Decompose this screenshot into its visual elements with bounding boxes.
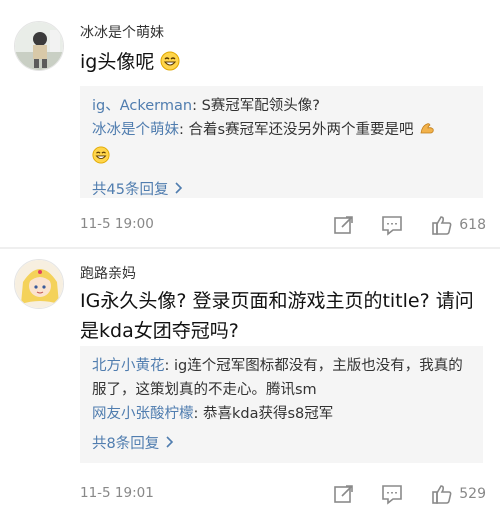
reply-nick[interactable]: 网友小张酸柠檬 [92, 406, 194, 422]
reply-colon: : [179, 122, 189, 138]
avatar[interactable] [14, 21, 64, 71]
like-icon [431, 214, 453, 236]
like-icon [431, 483, 453, 505]
more-replies-link[interactable]: 共45条回复 [92, 178, 471, 202]
reply-nick[interactable]: 冰冰是个萌妹 [92, 122, 179, 138]
reply-item: 北方小黄花: ig连个冠军图标都没有，主版也没有，我真的服了，这策划真的不走心。… [92, 354, 471, 402]
comment-text: IG永久头像? 登录页面和游戏主页的title? 请问是kda女团夺冠吗? [80, 290, 474, 342]
comment-footer: 11-5 19:01 529 [80, 483, 486, 507]
comment-actions: 618 [333, 214, 486, 236]
like-count: 529 [459, 486, 486, 502]
like-count: 618 [459, 217, 486, 233]
comment-icon[interactable] [381, 483, 403, 505]
share-icon[interactable] [333, 483, 355, 505]
share-icon[interactable] [333, 214, 355, 236]
smile-emoji-icon [160, 50, 180, 80]
reply-item: 冰冰是个萌妹: 合着s赛冠军还没另外两个重要是吧 [92, 118, 471, 172]
username[interactable]: 跑路亲妈 [80, 263, 136, 283]
reply-colon: : [164, 358, 174, 374]
timestamp: 11-5 19:01 [80, 485, 154, 501]
reply-item: ig、Ackerman: S赛冠军配领头像? [92, 94, 471, 118]
reply-text: 恭喜kda获得s8冠军 [203, 406, 334, 422]
reply-item: 网友小张酸柠檬: 恭喜kda获得s8冠军 [92, 402, 471, 426]
reply-colon: : [192, 98, 202, 114]
reply-text: 合着s赛冠军还没另外两个重要是吧 [188, 122, 414, 138]
chevron-right-icon [174, 178, 183, 202]
more-replies-label: 共8条回复 [92, 436, 160, 452]
avatar[interactable] [14, 259, 64, 309]
more-replies-link[interactable]: 共8条回复 [92, 432, 471, 456]
comment-1: 冰冰是个萌妹 ig头像呢 ig、Ackerman: S赛冠军配领头像? 冰冰是个… [0, 0, 500, 248]
reply-text: S赛冠军配领头像? [201, 98, 320, 114]
timestamp: 11-5 19:00 [80, 216, 154, 232]
reply-colon: : [193, 406, 203, 422]
comment-icon[interactable] [381, 214, 403, 236]
chevron-right-icon [165, 432, 174, 456]
comment-2: 跑路亲妈 IG永久头像? 登录页面和游戏主页的title? 请问是kda女团夺冠… [0, 249, 500, 518]
smile-emoji-icon [92, 146, 110, 172]
like-button[interactable]: 529 [431, 483, 486, 505]
reply-nick[interactable]: ig、Ackerman [92, 98, 192, 114]
strong-emoji-icon [418, 119, 436, 145]
comment-footer: 11-5 19:00 618 [80, 214, 486, 238]
comment-text-content: ig头像呢 [80, 51, 155, 73]
more-replies-label: 共45条回复 [92, 182, 169, 198]
username[interactable]: 冰冰是个萌妹 [80, 22, 164, 42]
reply-box[interactable]: 北方小黄花: ig连个冠军图标都没有，主版也没有，我真的服了，这策划真的不走心。… [80, 346, 483, 463]
like-button[interactable]: 618 [431, 214, 486, 236]
reply-nick[interactable]: 北方小黄花 [92, 358, 165, 374]
comment-text: ig头像呢 [80, 47, 486, 80]
comment-actions: 529 [333, 483, 486, 505]
reply-box[interactable]: ig、Ackerman: S赛冠军配领头像? 冰冰是个萌妹: 合着s赛冠军还没另… [80, 86, 483, 198]
